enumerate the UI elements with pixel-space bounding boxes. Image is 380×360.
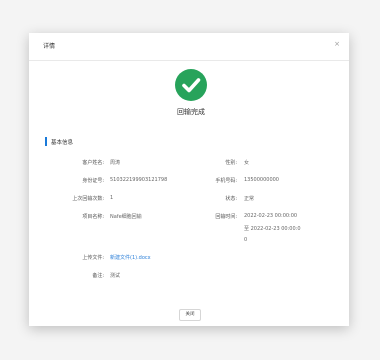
close-icon[interactable]: × (332, 39, 342, 49)
previous-count-value: 1 (110, 195, 114, 201)
project-name-label: 项目名称: (82, 214, 104, 220)
section-marker (45, 137, 47, 146)
reinfusion-time-value-cont2: 0 (244, 237, 248, 243)
dialog-title: 详情 (43, 43, 56, 50)
attachment-link[interactable]: 新建文件(1).docx (110, 254, 151, 261)
header-divider (29, 60, 349, 61)
success-check-icon (175, 69, 207, 101)
gender-label: 性别: (225, 160, 237, 166)
previous-count-label: 上次回输次数: (72, 196, 104, 202)
id-number-value: 510322199903121798 (110, 177, 168, 183)
dialog-header: 详情 × (29, 33, 349, 60)
phone-label: 手机号码: (215, 178, 237, 184)
gender-value: 女 (244, 160, 250, 166)
close-button[interactable]: 关闭 (179, 309, 201, 321)
reinfusion-time-label: 回输时间: (215, 214, 237, 220)
section-title-text: 基本信息 (51, 140, 74, 146)
customer-name-label: 客户姓名: (82, 160, 104, 166)
reinfusion-time-value-cont: 至 2022-02-23 00:00:0 (244, 226, 301, 232)
id-number-label: 身份证号: (82, 178, 104, 184)
detail-dialog: 详情 × 回输完成 基本信息 客户姓名: 周涛 性别: 女 身份证号: 5103… (29, 33, 349, 326)
customer-name-value: 周涛 (110, 160, 121, 166)
status-text: 回输完成 (177, 108, 205, 116)
project-name-value: Nafe细胞回输 (110, 214, 142, 220)
remark-label: 备注: (92, 273, 104, 279)
remark-value: 测试 (110, 273, 121, 279)
status-value: 正常 (244, 196, 255, 202)
status-label: 状态: (225, 196, 237, 202)
phone-value: 13500000000 (244, 177, 279, 183)
reinfusion-time-value: 2022-02-23 00:00:00 (244, 213, 298, 219)
attachment-label: 上传文件: (82, 255, 104, 261)
